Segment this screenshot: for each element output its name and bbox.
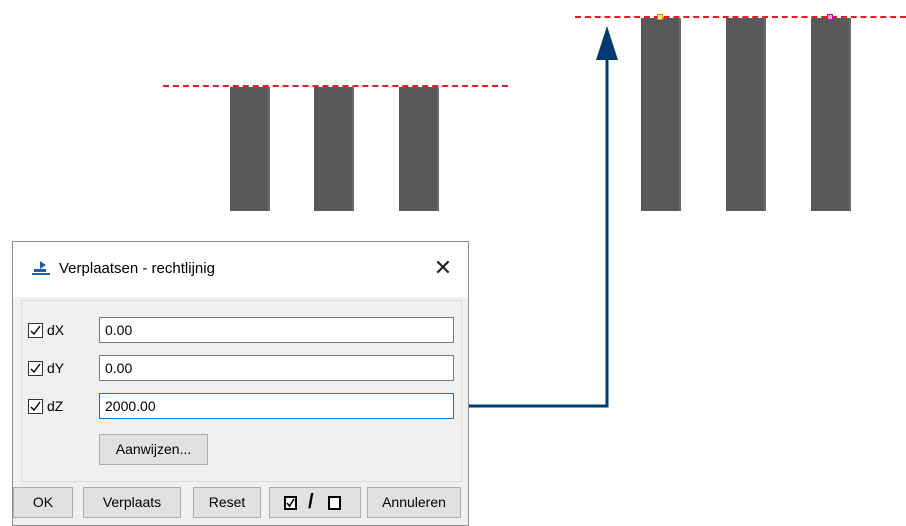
close-icon[interactable]: ✕: [429, 255, 457, 281]
cancel-button[interactable]: Annuleren: [367, 487, 461, 518]
ok-button[interactable]: OK: [13, 487, 73, 518]
pick-button[interactable]: Aanwijzen...: [99, 434, 208, 465]
toggle-separator: /: [308, 491, 314, 513]
app-icon: [32, 261, 50, 275]
dz-field[interactable]: 2000.00: [99, 393, 454, 419]
move-button[interactable]: Verplaats: [83, 487, 181, 518]
dz-label: dZ: [47, 398, 64, 414]
dx-field[interactable]: 0.00: [99, 317, 454, 343]
checked-box-icon: [284, 496, 297, 510]
dy-checkbox[interactable]: [28, 361, 43, 376]
dy-field[interactable]: 0.00: [99, 355, 454, 381]
dy-label: dY: [47, 360, 65, 376]
reset-button[interactable]: Reset: [193, 487, 261, 518]
dialog-titlebar: Verplaatsen - rechtlijnig ✕: [13, 242, 468, 297]
dx-label: dX: [47, 322, 65, 338]
dz-checkbox[interactable]: [28, 399, 43, 414]
move-dialog: Verplaatsen - rechtlijnig ✕ dX 0.00 dY 0…: [12, 241, 469, 526]
check-toggle-button[interactable]: /: [269, 487, 361, 518]
dx-checkbox[interactable]: [28, 323, 43, 338]
unchecked-box-icon: [328, 496, 341, 510]
dialog-title: Verplaatsen - rechtlijnig: [59, 260, 215, 277]
